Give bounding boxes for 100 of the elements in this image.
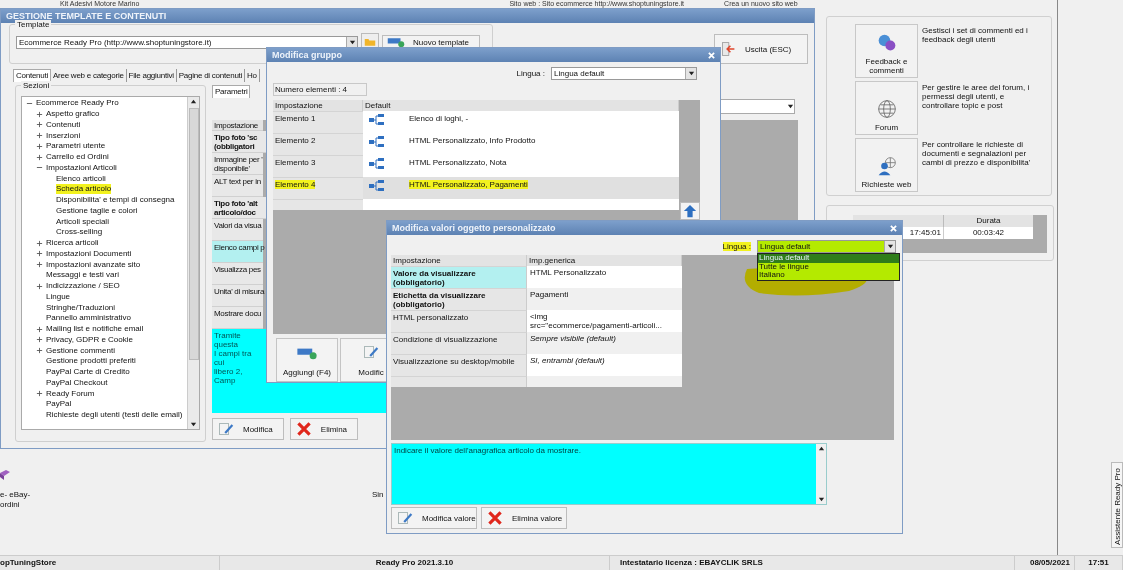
- table-cell: Mostrare docu: [212, 307, 263, 329]
- tool-description: Gestisci i set di commenti ed i feedback degli utenti: [922, 25, 1029, 46]
- tree-item[interactable]: Contenuti: [46, 119, 81, 130]
- tree-item[interactable]: Impostazioni avanzate sito: [46, 259, 141, 270]
- tree-item[interactable]: Indicizzazione / SEO: [46, 281, 120, 292]
- tool-button[interactable]: Richieste web: [855, 138, 918, 192]
- language-combo[interactable]: Lingua default: [551, 67, 697, 80]
- side-tab[interactable]: Assistente Ready Pro: [1111, 462, 1123, 548]
- tree-item[interactable]: Pannello amministrativo: [46, 313, 131, 324]
- tree-item[interactable]: Aspetto grafico: [46, 109, 100, 120]
- tree-item[interactable]: Carrello ed Ordini: [46, 152, 109, 163]
- table-cell: Unita' di misura: [212, 285, 263, 307]
- tree-item[interactable]: Elenco articoli: [56, 173, 106, 184]
- tree-item[interactable]: PayPal Carte di Credito: [46, 367, 130, 378]
- table-cell: Immagine per ' disponibile': [212, 153, 263, 175]
- tree-item[interactable]: Gestione prodotti preferiti: [46, 356, 136, 367]
- table-cell: HTML Personalizzato, Info Prodotto: [409, 136, 536, 145]
- table-cell: HTML Personalizzato, Nota: [409, 158, 507, 167]
- tool-button[interactable]: Feedback e commenti: [855, 24, 918, 78]
- status-text: Ready Pro 2021.3.10: [220, 556, 610, 570]
- row-label: Elemento 2: [275, 136, 316, 145]
- table-row[interactable]: HTML Personalizzato, Info Prodotto: [363, 133, 679, 155]
- row-label: Elemento 1: [275, 114, 316, 123]
- tab[interactable]: File aggiuntivi: [126, 69, 177, 82]
- description-text: Indicare il valore dell'anagrafica articolo da mostrare.: [393, 445, 582, 457]
- tree-item[interactable]: Ricerca articoli: [46, 238, 99, 249]
- column-header: Default: [363, 100, 679, 111]
- action-button[interactable]: Aggiungi (F4): [276, 338, 338, 382]
- table-cell[interactable]: Condizione di visualizzazione: [391, 332, 527, 354]
- table-cell: <img src="ecommerce/pagamenti-articoli...: [527, 310, 682, 332]
- tree-item[interactable]: PayPal Checkout: [46, 377, 108, 388]
- column-header: Durata: [943, 215, 1033, 227]
- table-cell: HTML Personalizzato: [527, 266, 682, 288]
- tab[interactable]: Parametri: [212, 85, 251, 98]
- status-text: Intestatario licenza : EBAYCLIK SRLS: [610, 556, 1015, 570]
- table-cell: Elenco campi p: [212, 241, 263, 263]
- status-text: opTuningStore: [0, 556, 220, 570]
- tree-item[interactable]: Ecommerce Ready Pro: [36, 98, 119, 109]
- table-cell[interactable]: Valore da visualizzare (obbligatorio): [391, 266, 527, 288]
- tree-item[interactable]: Parametri utente: [46, 141, 106, 152]
- count-field: Numero elementi : 4: [273, 83, 367, 96]
- tree-item[interactable]: Cross-selling: [56, 227, 103, 238]
- dropdown-option[interactable]: Tutte le lingue: [758, 262, 899, 271]
- table-cell: Pagamenti: [527, 288, 682, 310]
- table-cell: Elenco di loghi, -: [409, 114, 469, 123]
- tree-item[interactable]: Gestione commenti: [46, 345, 115, 356]
- table-cell: Visualizza pes: [212, 263, 263, 285]
- table-row[interactable]: HTML Personalizzato, Pagamenti: [363, 177, 679, 199]
- dropdown-option[interactable]: Lingua default: [758, 254, 899, 263]
- table-cell[interactable]: HTML personalizzato: [391, 310, 527, 332]
- tab[interactable]: Pagine di contenuti: [176, 69, 246, 82]
- tree-item[interactable]: Impostazioni Articoli: [46, 162, 117, 173]
- status-text: 17:51: [1075, 556, 1123, 570]
- tool-description: Per gestire le aree del forum, i permessi degli utenti, e controllare topic e post: [922, 82, 1031, 112]
- dropdown-option[interactable]: Italiano: [758, 271, 899, 280]
- tree-item[interactable]: Articoli speciali: [56, 216, 109, 227]
- tab[interactable]: Ho: [245, 69, 260, 82]
- window-title: Modifica valori oggetto personalizzato: [392, 223, 556, 233]
- table-row[interactable]: Elenco di loghi, -: [363, 111, 679, 133]
- status-text: 08/05/2021: [1015, 556, 1075, 570]
- tree-item[interactable]: Disponibilita' e tempi di consegna: [56, 195, 175, 206]
- table-cell[interactable]: Visualizzazione su desktop/mobile: [391, 354, 527, 376]
- exit-button[interactable]: Uscita (ESC): [714, 34, 808, 64]
- field-label: Lingua :: [722, 242, 751, 251]
- row-label: Elemento 3: [275, 158, 316, 167]
- action-button[interactable]: Elimina: [289, 418, 359, 440]
- table-cell: SI, entrambi (default): [527, 354, 682, 376]
- tree-item[interactable]: Scheda articolo: [56, 184, 112, 195]
- tree-item[interactable]: Ready Forum: [46, 388, 95, 399]
- action-button[interactable]: Elimina valore: [481, 507, 567, 529]
- action-button[interactable]: Modifica valore: [391, 507, 477, 529]
- tree-item[interactable]: Gestione taglie e colori: [56, 205, 138, 216]
- tree-item[interactable]: Stringhe/Traduzioni: [46, 302, 116, 313]
- tree-item[interactable]: Privacy, GDPR e Cookie: [46, 334, 133, 345]
- action-button[interactable]: Modifica: [212, 418, 284, 440]
- tree-item[interactable]: Richieste degli utenti (testi delle email): [46, 410, 183, 421]
- window-title: Modifica gruppo: [272, 50, 342, 60]
- table-cell[interactable]: Etichetta da visualizzare (obbligatorio): [391, 288, 527, 310]
- column-header: Impostazione: [391, 255, 527, 266]
- tree-item[interactable]: PayPal: [46, 399, 72, 410]
- field-label: Lingua :: [516, 69, 545, 78]
- table-cell: 00:03:42: [943, 227, 1033, 239]
- shortcut-label: e- eBay- ordini: [0, 490, 32, 510]
- tree-item[interactable]: Inserzioni: [46, 130, 81, 141]
- group-label: Template: [15, 20, 52, 29]
- table-cell: ALT text per in: [212, 175, 263, 197]
- tree-item[interactable]: Lingue: [46, 291, 71, 302]
- tree-item[interactable]: Messaggi e testi vari: [46, 270, 119, 281]
- table-cell: HTML Personalizzato, Pagamenti: [409, 180, 528, 189]
- description-text: Tramite questa I campi tra cui libero 2, Camp: [214, 331, 253, 385]
- window-title: GESTIONE TEMPLATE E CONTENUTI: [6, 11, 167, 21]
- tree-item[interactable]: Mailing list e notifiche email: [46, 324, 144, 335]
- group-label: Sezioni: [21, 81, 52, 90]
- row-label: Elemento 4: [275, 180, 316, 189]
- table-cell: Sempre visibile (default): [527, 332, 682, 354]
- tool-button[interactable]: Forum: [855, 81, 918, 135]
- shortcut-label: Sin: [372, 490, 384, 499]
- table-row[interactable]: HTML Personalizzato, Nota: [363, 155, 679, 177]
- tree-item[interactable]: Impostazioni Documenti: [46, 248, 132, 259]
- template-combo[interactable]: Ecommerce Ready Pro (http://www.shoptuningstore.it): [16, 35, 358, 49]
